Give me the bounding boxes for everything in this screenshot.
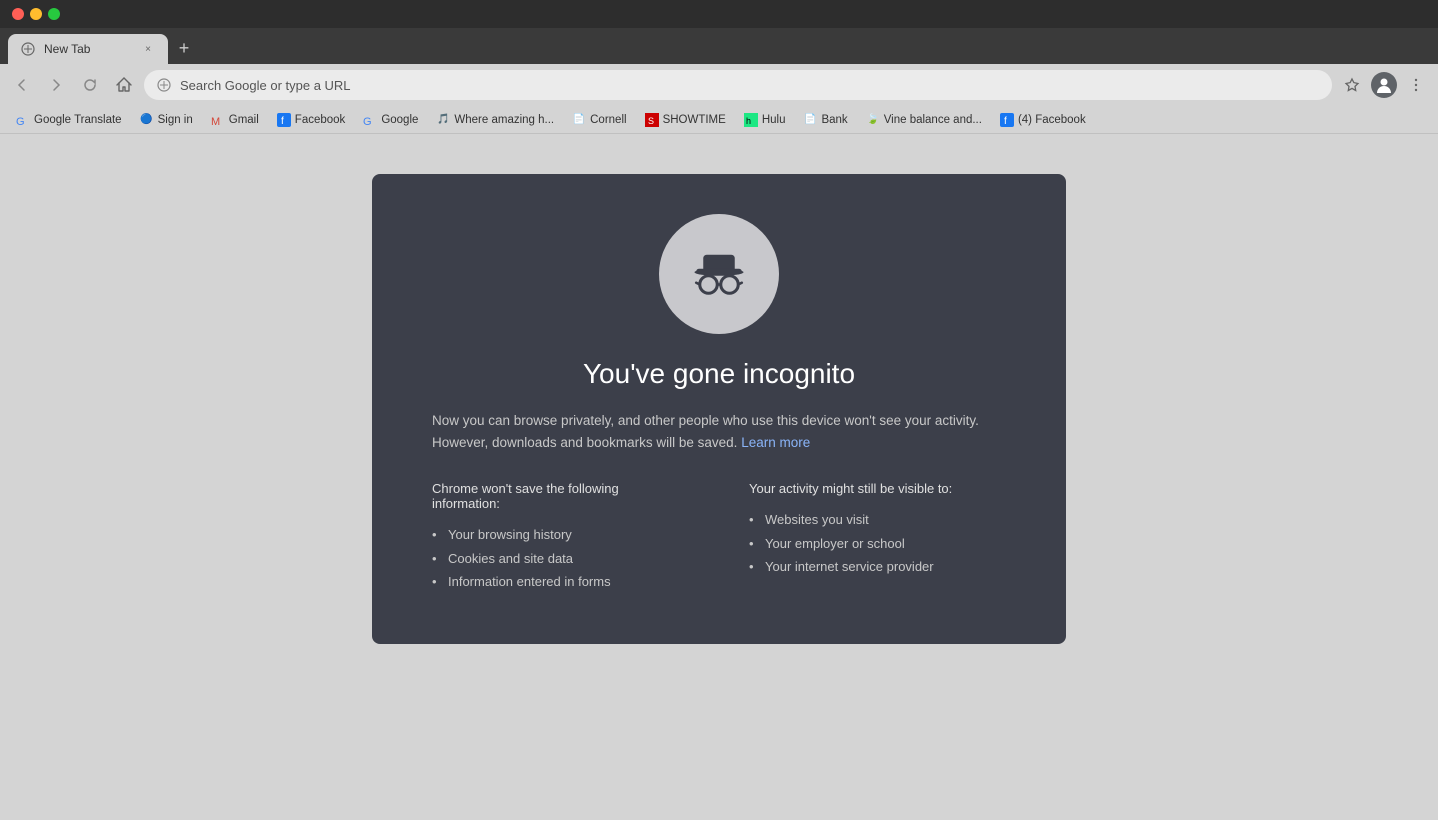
tab-close-button[interactable]: × (140, 41, 156, 57)
traffic-lights (12, 8, 60, 20)
bookmark-label: Google Translate (34, 114, 122, 126)
maximize-button[interactable] (48, 8, 60, 20)
bookmark-star-button[interactable] (1338, 71, 1366, 99)
address-text: Search Google or type a URL (180, 78, 1320, 93)
bookmark-label: Google (381, 114, 418, 126)
svg-text:G: G (363, 116, 372, 127)
new-tab-button[interactable]: + (170, 34, 198, 62)
bookmark-favicon: f (1000, 113, 1014, 127)
bookmark-bank[interactable]: 📄 Bank (795, 111, 855, 129)
bookmark-facebook[interactable]: f Facebook (269, 111, 354, 129)
bookmark-favicon: 📄 (803, 113, 817, 127)
bookmark-vine-balance[interactable]: 🍃 Vine balance and... (858, 111, 990, 129)
bookmark-facebook-4[interactable]: f (4) Facebook (992, 111, 1094, 129)
bookmark-favicon: S (645, 113, 659, 127)
bookmark-label: (4) Facebook (1018, 114, 1086, 126)
bookmark-where-amazing[interactable]: 🎵 Where amazing h... (428, 111, 562, 129)
bookmark-label: Cornell (590, 114, 626, 126)
address-favicon (156, 77, 172, 93)
bookmark-favicon: G (363, 113, 377, 127)
nav-right (1338, 71, 1430, 99)
bookmark-label: Hulu (762, 114, 786, 126)
minimize-button[interactable] (30, 8, 42, 20)
bookmark-label: Sign in (158, 114, 193, 126)
titlebar (0, 0, 1438, 28)
svg-text:f: f (281, 116, 284, 127)
bookmark-favicon: M (211, 113, 225, 127)
profile-avatar (1371, 72, 1397, 98)
bookmark-favicon: f (277, 113, 291, 127)
address-bar[interactable]: Search Google or type a URL (144, 70, 1332, 100)
list-item: Your employer or school (749, 532, 1006, 556)
incognito-title: You've gone incognito (583, 358, 855, 390)
bookmark-favicon: h (744, 113, 758, 127)
bookmark-label: Where amazing h... (454, 114, 554, 126)
navbar: Search Google or type a URL (0, 64, 1438, 106)
bookmarks-bar: G Google Translate 🔵 Sign in M Gmail f F… (0, 106, 1438, 134)
incognito-icon-wrapper (659, 214, 779, 334)
learn-more-link[interactable]: Learn more (741, 435, 810, 450)
bookmark-label: SHOWTIME (663, 114, 726, 126)
bookmark-label: Facebook (295, 114, 346, 126)
bookmark-favicon: 🍃 (866, 113, 880, 127)
incognito-card: You've gone incognito Now you can browse… (372, 174, 1066, 644)
refresh-button[interactable] (76, 71, 104, 99)
back-button[interactable] (8, 71, 36, 99)
bookmark-label: Bank (821, 114, 847, 126)
bookmark-showtime[interactable]: S SHOWTIME (637, 111, 734, 129)
bookmark-sign-in[interactable]: 🔵 Sign in (132, 111, 201, 129)
tabbar: New Tab × + (0, 28, 1438, 64)
incognito-icon (684, 239, 754, 309)
svg-text:G: G (16, 116, 25, 127)
bookmark-label: Gmail (229, 114, 259, 126)
profile-button[interactable] (1370, 71, 1398, 99)
bookmark-label: Vine balance and... (884, 114, 982, 126)
list-item: Websites you visit (749, 508, 1006, 532)
left-list: Your browsing history Cookies and site d… (432, 523, 689, 594)
svg-text:f: f (1004, 116, 1007, 127)
list-item: Your browsing history (432, 523, 689, 547)
close-button[interactable] (12, 8, 24, 20)
list-item: Information entered in forms (432, 570, 689, 594)
column-left: Chrome won't save the following informat… (432, 481, 689, 594)
main-content: You've gone incognito Now you can browse… (0, 134, 1438, 820)
column-right: Your activity might still be visible to:… (749, 481, 1006, 594)
bookmark-google[interactable]: G Google (355, 111, 426, 129)
incognito-description: Now you can browse privately, and other … (432, 410, 1006, 453)
list-item: Cookies and site data (432, 547, 689, 571)
tab-favicon (20, 41, 36, 57)
incognito-description-text: Now you can browse privately, and other … (432, 413, 979, 450)
two-columns: Chrome won't save the following informat… (432, 481, 1006, 594)
tab-new-tab[interactable]: New Tab × (8, 34, 168, 64)
svg-text:M: M (211, 116, 220, 127)
forward-button[interactable] (42, 71, 70, 99)
svg-text:S: S (648, 116, 654, 126)
column-right-title: Your activity might still be visible to: (749, 481, 1006, 496)
svg-text:h: h (746, 116, 751, 126)
bookmark-favicon: 🎵 (436, 113, 450, 127)
bookmark-favicon: 🔵 (140, 113, 154, 127)
list-item: Your internet service provider (749, 555, 1006, 579)
tab-title: New Tab (44, 42, 132, 56)
bookmark-favicon: G (16, 113, 30, 127)
bookmark-gmail[interactable]: M Gmail (203, 111, 267, 129)
bookmark-hulu[interactable]: h Hulu (736, 111, 794, 129)
chrome-menu-button[interactable] (1402, 71, 1430, 99)
right-list: Websites you visit Your employer or scho… (749, 508, 1006, 579)
bookmark-google-translate[interactable]: G Google Translate (8, 111, 130, 129)
bookmark-cornell[interactable]: 📄 Cornell (564, 111, 634, 129)
home-button[interactable] (110, 71, 138, 99)
bookmark-favicon: 📄 (572, 113, 586, 127)
column-left-title: Chrome won't save the following informat… (432, 481, 689, 511)
